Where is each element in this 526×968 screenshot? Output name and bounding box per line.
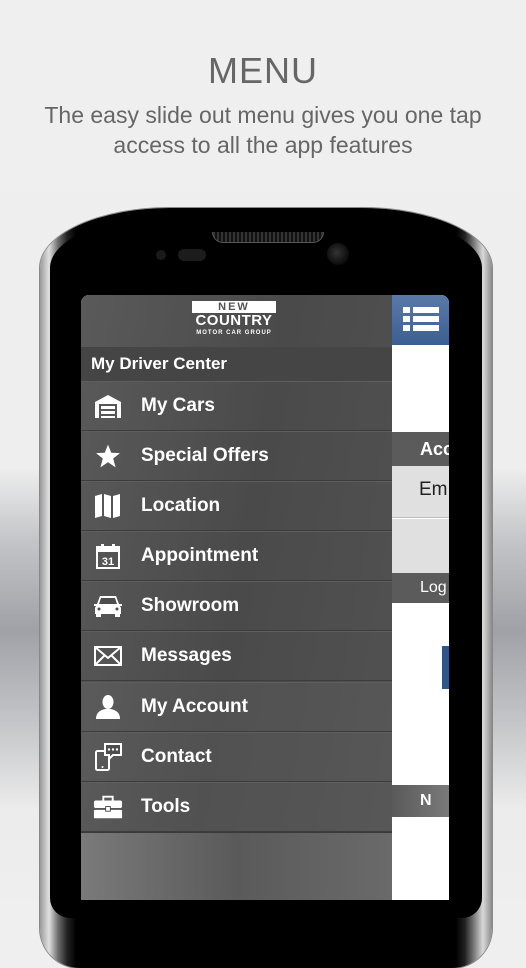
section-header-n: N [392,785,449,817]
calendar-icon: 31 [93,541,123,571]
car-icon [93,591,123,621]
brand-logo[interactable]: NEW COUNTRY MOTOR CAR GROUP [191,301,277,341]
logo-country: COUNTRY [195,312,273,329]
menu-item-showroom[interactable]: Showroom [81,581,392,631]
menu-item-location[interactable]: Location [81,481,392,531]
menu-item-label: My Cars [141,395,215,416]
login-button[interactable] [442,646,449,689]
menu-item-appointment[interactable]: 31 Appointment [81,531,392,581]
menu-item-messages[interactable]: Messages [81,631,392,681]
top-bar [392,295,449,345]
menu-item-label: Showroom [141,595,240,616]
menu-item-label: Messages [141,645,232,666]
password-field[interactable] [392,519,449,573]
menu-item-label: Tools [141,796,191,817]
login-header: Log [392,573,449,603]
menu-item-tools[interactable]: Tools [81,782,392,832]
menu-item-my-account[interactable]: My Account [81,682,392,732]
toolbox-icon [93,792,123,822]
menu-item-label: Location [141,495,221,516]
star-icon [93,441,123,471]
menu-item-contact[interactable]: Contact [81,732,392,782]
garage-icon [93,391,123,421]
section-header: My Driver Center [81,347,392,381]
email-field[interactable]: Em [392,466,449,518]
menu-item-label: Contact [141,746,212,767]
logo-group: MOTOR CAR GROUP [196,330,272,336]
proximity-sensor [156,250,166,260]
promo-title: MENU [208,50,318,91]
menu-item-label: Appointment [141,545,259,566]
speaker-grille [212,232,324,243]
account-header: Acc [392,432,449,466]
menu-item-label: My Account [141,696,248,717]
menu-item-special-offers[interactable]: Special Offers [81,431,392,481]
menu-item-my-cars[interactable]: My Cars [81,381,392,431]
phone-screen: NEW COUNTRY MOTOR CAR GROUP My Driver Ce… [81,295,449,900]
light-sensor [178,249,206,261]
front-camera [327,243,349,265]
list-menu-icon[interactable] [403,307,439,336]
user-icon [93,692,123,722]
menu-item-label: Special Offers [141,445,269,466]
envelope-icon [93,641,123,671]
drawer-footer-area [81,832,392,900]
calendar-day: 31 [102,556,114,568]
promo-subtitle: The easy slide out menu gives you one ta… [44,102,482,158]
slide-out-menu: NEW COUNTRY MOTOR CAR GROUP My Driver Ce… [81,295,392,900]
map-icon [93,491,123,521]
phone-chat-icon [93,742,123,772]
main-content-peek[interactable]: Acc Em Log N [392,295,449,900]
